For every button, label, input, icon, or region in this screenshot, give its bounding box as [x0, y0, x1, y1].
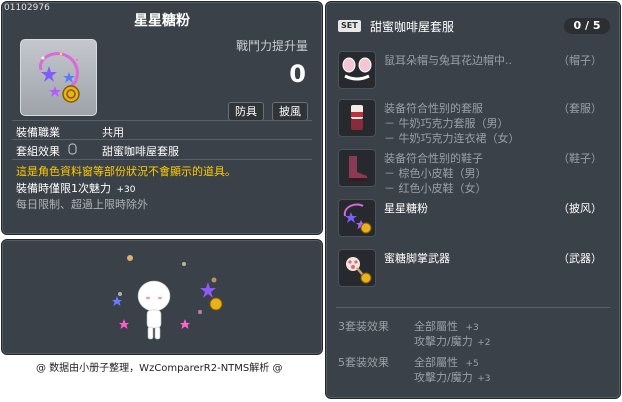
set-effect-line: 攻擊力/魔力 +3 [414, 369, 491, 385]
set-item-type: （武器） [558, 252, 602, 265]
effect-text: 全部屬性 [414, 320, 458, 333]
ear-hat-icon[interactable] [338, 51, 376, 89]
effect-value: +3 [477, 374, 491, 384]
divider [12, 159, 312, 160]
divider [12, 120, 312, 121]
set-count-badge: 0 / 5 [564, 18, 610, 34]
set-item-name: 蜜糖脚掌武器 [384, 252, 450, 265]
tag-armor: 防具 [228, 102, 264, 121]
item-title: 星星糖粉 [134, 13, 190, 29]
footer-credit: @ 数据由小册子整理，WzComparerR2-NTMS解析 @ [36, 363, 283, 374]
effect-text: 攻擊力/魔力 [414, 371, 473, 384]
set-info-panel: SET 甜蜜咖啡屋套服 0 / 5 鼠耳朵帽与兔耳花边帽中.. （帽子） 装备符… [325, 1, 621, 399]
set-item-type: （鞋子） [558, 152, 602, 165]
set-item-sub: － 牛奶巧克力套服（男） [384, 117, 509, 130]
charm-label: 裝備時僅限1次魅力 [16, 182, 111, 195]
set-item-type: （帽子） [558, 54, 602, 67]
set-item-name: 星星糖粉 [384, 202, 428, 215]
set-item-type: （套服） [558, 102, 602, 115]
divider [336, 307, 610, 308]
item-tooltip-panel: 01102976 星星糖粉 戰鬥力提升量 0 防具 披風 裝備職業 共用 套組效… [1, 1, 323, 235]
set-badge: SET [338, 20, 361, 32]
limit-text: 每日限制、超過上限時除外 [16, 198, 148, 211]
set-effect-label: 套組效果 [16, 145, 60, 158]
set-effect-line: 全部屬性 +3 [414, 318, 479, 334]
set-item-sub: － 棕色小皮鞋（男） [384, 167, 487, 180]
set-item-name: 装备符合性别的鞋子 [384, 152, 483, 165]
job-label: 裝備職業 [16, 126, 60, 139]
set-title: 甜蜜咖啡屋套服 [370, 20, 455, 34]
search-icon[interactable] [68, 143, 77, 155]
star-cape-icon[interactable] [338, 199, 376, 237]
effect-text: 全部屬性 [414, 356, 458, 369]
set-item-name: 鼠耳朵帽与兔耳花边帽中.. [384, 54, 512, 67]
item-icon-frame [20, 39, 97, 116]
outfit-icon[interactable] [338, 99, 376, 137]
charm-value: +30 [116, 185, 136, 195]
set-item-sub: － 红色小皮鞋（女） [384, 182, 487, 195]
set-effect-value[interactable]: 甜蜜咖啡屋套服 [102, 143, 179, 159]
notice-text: 這是角色資料窗等部份狀況不會顯示的道具。 [16, 165, 236, 178]
set-effect-5-label: 5套装效果 [338, 356, 389, 369]
effect-value: +2 [477, 338, 491, 348]
star-cape-icon [39, 52, 80, 103]
avatar-preview [112, 255, 223, 340]
power-increase-label: 戰鬥力提升量 [235, 39, 308, 53]
avatar-preview-panel [1, 239, 323, 355]
sparkles [118, 255, 217, 314]
set-effect-3-label: 3套装效果 [338, 320, 389, 333]
tag-cape: 披風 [272, 102, 308, 121]
set-effect-line: 全部屬性 +5 [414, 354, 479, 370]
set-effect-line: 攻擊力/魔力 +2 [414, 333, 491, 349]
divider [12, 139, 312, 140]
set-item-name: 装备符合性别的套服 [384, 102, 483, 115]
set-item-type: （披风） [558, 202, 602, 215]
effect-value: +5 [465, 359, 479, 369]
job-value: 共用 [102, 126, 124, 139]
charm-text: 裝備時僅限1次魅力 +30 [16, 180, 136, 196]
power-increase-value: 0 [289, 60, 306, 88]
effect-text: 攻擊力/魔力 [414, 335, 473, 348]
set-item-sub: － 牛奶巧克力连衣裙（女） [384, 132, 520, 145]
effect-value: +3 [465, 323, 479, 333]
shoes-icon[interactable] [338, 149, 376, 187]
paw-weapon-icon[interactable] [338, 249, 376, 287]
avatar-figure [137, 280, 171, 340]
